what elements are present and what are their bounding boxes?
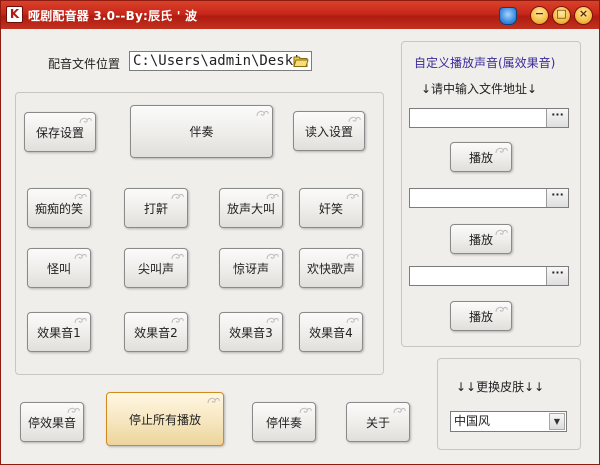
stop-all-button[interactable]: 停止所有播放 bbox=[106, 392, 224, 446]
effect-button-1[interactable]: 痴痴的笑 bbox=[27, 188, 91, 228]
minimize-button[interactable]: − bbox=[530, 6, 549, 25]
path-value: C:\Users\admin\Deskt bbox=[133, 53, 302, 69]
stop-all-label: 停止所有播放 bbox=[128, 412, 201, 427]
swirl-ornament-icon bbox=[495, 147, 508, 154]
save-settings-button[interactable]: 保存设置 bbox=[24, 112, 96, 152]
browse-button-1[interactable]: ··· bbox=[546, 109, 568, 127]
skin-shirt-icon[interactable] bbox=[499, 7, 517, 25]
custom-file-input-2[interactable]: ··· bbox=[409, 188, 569, 208]
effect-button-4[interactable]: 奸笑 bbox=[299, 188, 363, 228]
swirl-ornament-icon bbox=[171, 317, 184, 324]
stop-accompany-label: 停伴奏 bbox=[265, 415, 302, 430]
swirl-ornament-icon bbox=[348, 116, 361, 123]
effect-button-3[interactable]: 放声大叫 bbox=[219, 188, 283, 228]
effect-label: 奸笑 bbox=[318, 201, 343, 216]
app-window: K 哑剧配音器 3.0--By:辰氏 ' 波 − □ × 配音文件位置 C:\U… bbox=[0, 0, 600, 465]
effect-button-2[interactable]: 打鼾 bbox=[124, 188, 188, 228]
effect-button-12[interactable]: 效果音4 bbox=[299, 312, 363, 352]
title-bar[interactable]: K 哑剧配音器 3.0--By:辰氏 ' 波 − □ × bbox=[1, 1, 599, 29]
swirl-ornament-icon bbox=[74, 317, 87, 324]
swirl-ornament-icon bbox=[346, 253, 359, 260]
effect-label: 怪叫 bbox=[46, 261, 71, 276]
effect-label: 效果音2 bbox=[134, 325, 178, 340]
swirl-ornament-icon bbox=[299, 407, 312, 414]
load-settings-label: 读入设置 bbox=[304, 124, 353, 139]
swirl-ornament-icon bbox=[207, 397, 220, 404]
effect-label: 惊讶声 bbox=[232, 261, 269, 276]
folder-open-icon[interactable] bbox=[293, 54, 309, 68]
app-logo-icon: K bbox=[6, 6, 23, 23]
swirl-ornament-icon bbox=[256, 110, 269, 117]
swirl-ornament-icon bbox=[67, 407, 80, 414]
accompany-button[interactable]: 伴奏 bbox=[130, 105, 273, 158]
effect-label: 效果音1 bbox=[37, 325, 81, 340]
stop-accompany-button[interactable]: 停伴奏 bbox=[252, 402, 316, 442]
play-label: 播放 bbox=[468, 232, 493, 247]
effect-button-5[interactable]: 怪叫 bbox=[27, 248, 91, 288]
swirl-ornament-icon bbox=[74, 193, 87, 200]
swirl-ornament-icon bbox=[171, 193, 184, 200]
chevron-down-icon[interactable]: ▼ bbox=[549, 413, 565, 430]
close-button[interactable]: × bbox=[574, 6, 593, 25]
effect-button-9[interactable]: 效果音1 bbox=[27, 312, 91, 352]
custom-playback-title: 自定义播放声音(属效果音) bbox=[414, 56, 556, 70]
effect-label: 打鼾 bbox=[143, 201, 168, 216]
browse-button-2[interactable]: ··· bbox=[546, 189, 568, 207]
swirl-ornament-icon bbox=[171, 253, 184, 260]
load-settings-button[interactable]: 读入设置 bbox=[293, 111, 365, 151]
play-label: 播放 bbox=[468, 309, 493, 324]
play-button-3[interactable]: 播放 bbox=[450, 301, 512, 331]
window-title: 哑剧配音器 3.0--By:辰氏 ' 波 bbox=[28, 9, 198, 23]
play-button-1[interactable]: 播放 bbox=[450, 142, 512, 172]
effect-label: 效果音4 bbox=[309, 325, 353, 340]
custom-playback-hint: ↓请中输入文件地址↓ bbox=[421, 82, 538, 96]
effect-label: 尖叫声 bbox=[137, 261, 174, 276]
effect-label: 放声大叫 bbox=[226, 201, 275, 216]
browse-button-3[interactable]: ··· bbox=[546, 267, 568, 285]
skin-selected-value: 中国风 bbox=[454, 414, 491, 428]
effect-button-7[interactable]: 惊讶声 bbox=[219, 248, 283, 288]
swirl-ornament-icon bbox=[495, 306, 508, 313]
swirl-ornament-icon bbox=[266, 193, 279, 200]
play-button-2[interactable]: 播放 bbox=[450, 224, 512, 254]
swirl-ornament-icon bbox=[393, 407, 406, 414]
swirl-ornament-icon bbox=[79, 117, 92, 124]
effect-button-11[interactable]: 效果音3 bbox=[219, 312, 283, 352]
effect-label: 效果音3 bbox=[229, 325, 273, 340]
save-settings-label: 保存设置 bbox=[35, 125, 84, 140]
effect-button-6[interactable]: 尖叫声 bbox=[124, 248, 188, 288]
skin-title: ↓↓更换皮肤↓↓ bbox=[456, 380, 545, 394]
effect-label: 痴痴的笑 bbox=[34, 201, 83, 216]
effect-button-10[interactable]: 效果音2 bbox=[124, 312, 188, 352]
effect-label: 欢快歌声 bbox=[306, 261, 355, 276]
skin-group bbox=[437, 358, 581, 450]
swirl-ornament-icon bbox=[346, 317, 359, 324]
play-label: 播放 bbox=[468, 150, 493, 165]
maximize-button[interactable]: □ bbox=[552, 6, 571, 25]
custom-file-input-3[interactable]: ··· bbox=[409, 266, 569, 286]
about-button[interactable]: 关于 bbox=[346, 402, 410, 442]
stop-effects-label: 停效果音 bbox=[27, 415, 76, 430]
swirl-ornament-icon bbox=[266, 253, 279, 260]
custom-file-input-1[interactable]: ··· bbox=[409, 108, 569, 128]
swirl-ornament-icon bbox=[74, 253, 87, 260]
stop-effects-button[interactable]: 停效果音 bbox=[20, 402, 84, 442]
path-label: 配音文件位置 bbox=[48, 57, 121, 71]
swirl-ornament-icon bbox=[495, 229, 508, 236]
effect-button-8[interactable]: 欢快歌声 bbox=[299, 248, 363, 288]
swirl-ornament-icon bbox=[346, 193, 359, 200]
about-label: 关于 bbox=[365, 415, 390, 430]
skin-select[interactable]: 中国风 ▼ bbox=[450, 411, 567, 432]
path-field[interactable]: C:\Users\admin\Deskt bbox=[129, 51, 312, 71]
swirl-ornament-icon bbox=[266, 317, 279, 324]
accompany-label: 伴奏 bbox=[189, 125, 214, 139]
